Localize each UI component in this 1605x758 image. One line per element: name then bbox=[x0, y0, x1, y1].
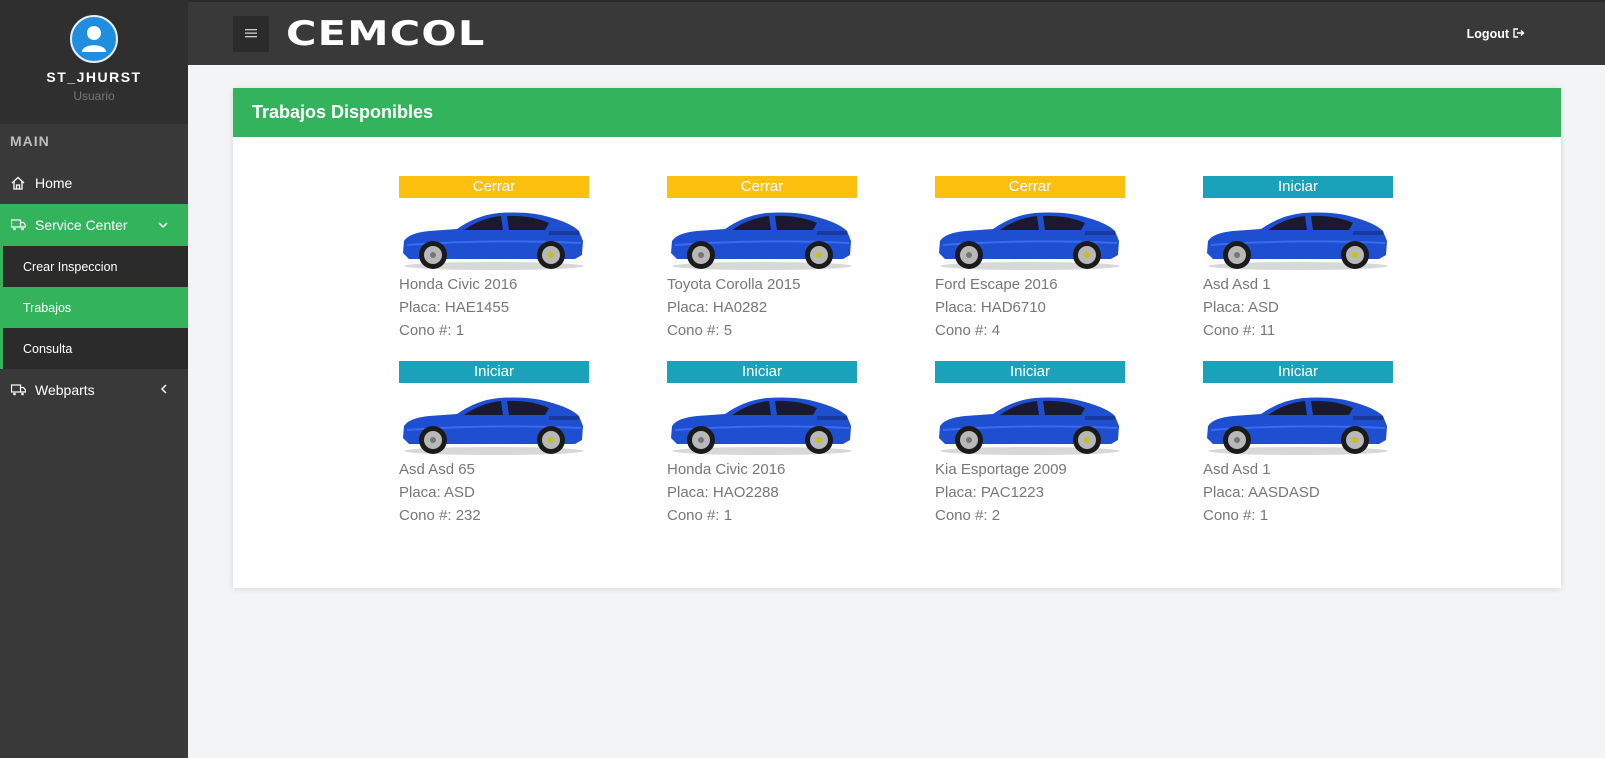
job-vehicle: Honda Civic 2016 bbox=[399, 276, 518, 293]
iniciar-button[interactable]: Iniciar bbox=[667, 361, 857, 383]
sub-item-consulta[interactable]: Consulta bbox=[0, 328, 188, 369]
car-image bbox=[671, 397, 852, 455]
job-cono: Cono #: 1 bbox=[1203, 507, 1269, 524]
job-placa: Placa: HAO2288 bbox=[667, 484, 779, 501]
job-cono: Cono #: 232 bbox=[399, 507, 481, 524]
job-card: Cerrar Honda Civic 2016 Placa: HAE1455 Con… bbox=[399, 176, 589, 342]
car-image bbox=[403, 397, 584, 455]
job-placa: Placa: AASDASD bbox=[1203, 484, 1320, 501]
brand-logo: CEMCOL bbox=[286, 14, 486, 54]
cerrar-button[interactable]: Cerrar bbox=[399, 176, 589, 198]
sub-item-trabajos[interactable]: Trabajos bbox=[0, 287, 188, 328]
nav-item-service-center-label: Service Center bbox=[35, 217, 128, 233]
job-cono: Cono #: 5 bbox=[667, 322, 733, 339]
logout-label: Logout bbox=[1466, 27, 1509, 41]
chevron-left-icon bbox=[160, 383, 168, 397]
iniciar-button[interactable]: Iniciar bbox=[1203, 176, 1393, 198]
cerrar-button[interactable]: Cerrar bbox=[935, 176, 1125, 198]
nav-item-home[interactable]: Home bbox=[0, 162, 188, 204]
job-vehicle: Honda Civic 2016 bbox=[667, 461, 786, 478]
job-cono: Cono #: 2 bbox=[935, 507, 1001, 524]
cerrar-button[interactable]: Cerrar bbox=[667, 176, 857, 198]
user-profile: ST_JHURST Usuario bbox=[0, 0, 188, 124]
job-card: Cerrar Toyota Corolla 2015 Placa: HA0282 C… bbox=[667, 176, 857, 342]
job-vehicle: Kia Esportage 2009 bbox=[935, 461, 1067, 478]
job-cono: Cono #: 4 bbox=[935, 322, 1001, 339]
car-image bbox=[671, 212, 852, 270]
logout-button[interactable]: Logout bbox=[1467, 27, 1525, 41]
job-card: Iniciar Kia Esportage 2009 Placa: PAC1223… bbox=[935, 361, 1125, 527]
job-vehicle: Toyota Corolla 2015 bbox=[667, 276, 801, 293]
job-vehicle: Asd Asd 65 bbox=[399, 461, 475, 478]
username: ST_JHURST bbox=[46, 69, 142, 85]
job-placa: Placa: ASD bbox=[399, 484, 475, 501]
panel-title: Trabajos Disponibles bbox=[233, 88, 1561, 137]
job-card: Iniciar Asd Asd 1 Placa: AASDASD Cono #: 1 bbox=[1203, 361, 1393, 527]
sidebar: ST_JHURST Usuario MAIN Home Service Cent… bbox=[0, 0, 188, 758]
job-placa: Placa: HAD6710 bbox=[935, 299, 1046, 316]
job-placa: Placa: PAC1223 bbox=[935, 484, 1044, 501]
section-title-main: MAIN bbox=[10, 133, 50, 149]
job-card: Iniciar Honda Civic 2016 Placa: HAO2288 Co… bbox=[667, 361, 857, 527]
user-icon bbox=[70, 15, 118, 63]
hamburger-icon bbox=[245, 25, 257, 43]
job-placa: Placa: HA0282 bbox=[667, 299, 768, 316]
job-placa: Placa: HAE1455 bbox=[399, 299, 510, 316]
iniciar-button[interactable]: Iniciar bbox=[399, 361, 589, 383]
truck-icon bbox=[11, 218, 27, 232]
car-image bbox=[403, 212, 584, 270]
chevron-down-icon bbox=[158, 218, 168, 232]
car-image bbox=[1207, 212, 1388, 270]
car-image bbox=[1207, 397, 1388, 455]
car-image bbox=[939, 212, 1120, 270]
jobs-grid: Cerrar Honda Civic 2016 Placa: HAE1455 Con… bbox=[399, 176, 1393, 527]
home-icon bbox=[11, 176, 27, 190]
job-cono: Cono #: 1 bbox=[399, 322, 465, 339]
menu-toggle-button[interactable] bbox=[233, 16, 269, 52]
nav-item-webparts-label: Webparts bbox=[35, 382, 95, 398]
job-cono: Cono #: 1 bbox=[667, 507, 733, 524]
nav-item-service-center[interactable]: Service Center bbox=[0, 204, 188, 246]
job-cono: Cono #: 11 bbox=[1203, 322, 1276, 339]
job-placa: Placa: ASD bbox=[1203, 299, 1279, 316]
iniciar-button[interactable]: Iniciar bbox=[1203, 361, 1393, 383]
job-vehicle: Asd Asd 1 bbox=[1203, 461, 1271, 478]
nav-item-home-label: Home bbox=[35, 175, 73, 191]
job-card: Cerrar Ford Escape 2016 Placa: HAD6710 Con… bbox=[935, 176, 1125, 342]
nav-item-webparts[interactable]: Webparts bbox=[0, 369, 188, 411]
top-bar: CEMCOL Logout bbox=[188, 0, 1605, 65]
job-card: Iniciar Asd Asd 65 Placa: ASD Cono #: 232 bbox=[399, 361, 589, 527]
job-vehicle: Asd Asd 1 bbox=[1203, 276, 1271, 293]
job-card: Iniciar Asd Asd 1 Placa: ASD Cono #: 11 bbox=[1203, 176, 1393, 342]
logout-icon bbox=[1513, 27, 1525, 41]
sub-item-crear-inspeccion[interactable]: Crear Inspeccion bbox=[0, 246, 188, 287]
user-role: Usuario bbox=[73, 89, 115, 103]
iniciar-button[interactable]: Iniciar bbox=[935, 361, 1125, 383]
car-image bbox=[939, 397, 1120, 455]
truck-icon bbox=[11, 383, 27, 397]
jobs-panel: Trabajos Disponibles Cerrar Honda Civic … bbox=[233, 88, 1561, 588]
job-vehicle: Ford Escape 2016 bbox=[935, 276, 1058, 293]
